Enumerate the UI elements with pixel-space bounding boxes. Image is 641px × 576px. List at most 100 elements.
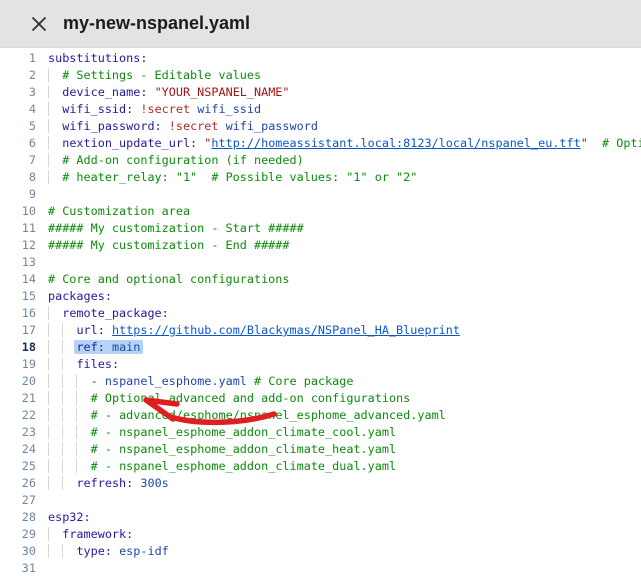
code-text: # Core and optional configurations <box>36 271 289 288</box>
token-pl <box>162 119 169 133</box>
code-line[interactable]: 28esp32: <box>0 509 641 526</box>
token-com: # Optional advanced and add-on configura… <box>91 391 411 405</box>
line-number: 11 <box>0 220 36 237</box>
token-ind <box>62 544 76 558</box>
token-ind <box>48 306 62 320</box>
code-text: # heater_relay: "1" # Possible values: "… <box>36 169 417 186</box>
line-number: 23 <box>0 424 36 441</box>
token-val: - nspanel_esphome.yaml <box>91 374 247 388</box>
token-pl <box>247 374 254 388</box>
code-text: wifi_ssid: !secret wifi_ssid <box>36 101 261 118</box>
token-com: # - advanced/esphome/nspanel_esphome_adv… <box>91 408 446 422</box>
code-line[interactable]: 22 # - advanced/esphome/nspanel_esphome_… <box>0 407 641 424</box>
token-key: packages: <box>48 289 112 303</box>
code-text <box>36 560 48 576</box>
line-number: 4 <box>0 101 36 118</box>
token-com: ##### My customization - End ##### <box>48 238 289 252</box>
code-text: - nspanel_esphome.yaml # Core package <box>36 373 353 390</box>
token-tag: !secret <box>169 119 219 133</box>
code-text <box>36 254 48 271</box>
code-text: ##### My customization - Start ##### <box>36 220 304 237</box>
code-line[interactable]: 4 wifi_ssid: !secret wifi_ssid <box>0 101 641 118</box>
code-line[interactable]: 30 type: esp-idf <box>0 543 641 560</box>
token-ind <box>62 425 76 439</box>
code-text: device_name: "YOUR_NSPANEL_NAME" <box>36 84 290 101</box>
code-line[interactable]: 16 remote_package: <box>0 305 641 322</box>
line-number: 17 <box>0 322 36 339</box>
code-line[interactable]: 9 <box>0 186 641 203</box>
code-line[interactable]: 13 <box>0 254 641 271</box>
code-line[interactable]: 20 - nspanel_esphome.yaml # Core package <box>0 373 641 390</box>
token-ind <box>62 459 76 473</box>
code-line[interactable]: 24 # - nspanel_esphome_addon_climate_hea… <box>0 441 641 458</box>
token-ind <box>76 374 90 388</box>
token-pl <box>588 136 602 150</box>
code-area[interactable]: 1substitutions:2 # Settings - Editable v… <box>0 48 641 576</box>
token-ind <box>76 391 90 405</box>
code-line[interactable]: 7 # Add-on configuration (if needed) <box>0 152 641 169</box>
code-text: # - nspanel_esphome_addon_climate_heat.y… <box>36 441 396 458</box>
code-line[interactable]: 5 wifi_password: !secret wifi_password <box>0 118 641 135</box>
token-ind <box>48 102 62 116</box>
token-com: # heater_relay: "1" # Possible values: "… <box>62 170 417 184</box>
code-text: esp32: <box>36 509 91 526</box>
line-number: 18 <box>0 339 36 356</box>
line-number: 15 <box>0 288 36 305</box>
code-line[interactable]: 18 ref: main <box>0 339 641 356</box>
code-line[interactable]: 10# Customization area <box>0 203 641 220</box>
token-key: framework: <box>62 527 133 541</box>
code-line[interactable]: 27 <box>0 492 641 509</box>
line-number: 5 <box>0 118 36 135</box>
token-key: refresh: <box>76 476 133 490</box>
token-ind <box>48 374 62 388</box>
code-line[interactable]: 21 # Optional advanced and add-on config… <box>0 390 641 407</box>
code-line[interactable]: 17 url: https://github.com/Blackymas/NSP… <box>0 322 641 339</box>
token-ind <box>48 119 62 133</box>
token-ind <box>48 136 62 150</box>
code-text: ##### My customization - End ##### <box>36 237 289 254</box>
code-line[interactable]: 26 refresh: 300s <box>0 475 641 492</box>
file-title: my-new-nspanel.yaml <box>63 13 250 34</box>
code-text: ref: main <box>36 339 143 356</box>
code-line[interactable]: 19 files: <box>0 356 641 373</box>
code-text: framework: <box>36 526 133 543</box>
token-key: files: <box>76 357 119 371</box>
code-text: type: esp-idf <box>36 543 169 560</box>
code-line[interactable]: 2 # Settings - Editable values <box>0 67 641 84</box>
code-line[interactable]: 31 <box>0 560 641 576</box>
line-number: 13 <box>0 254 36 271</box>
code-line[interactable]: 25 # - nspanel_esphome_addon_climate_dua… <box>0 458 641 475</box>
token-val: wifi_ssid <box>197 102 261 116</box>
code-line[interactable]: 6 nextion_update_url: "http://homeassist… <box>0 135 641 152</box>
token-key: substitutions: <box>48 51 147 65</box>
token-val: 300s <box>140 476 168 490</box>
code-line[interactable]: 11##### My customization - Start ##### <box>0 220 641 237</box>
close-icon[interactable] <box>30 15 48 33</box>
token-pl <box>147 85 154 99</box>
code-line[interactable]: 15 packages: <box>0 288 641 305</box>
token-com: # - nspanel_esphome_addon_climate_cool.y… <box>91 425 396 439</box>
code-line[interactable]: 1substitutions: <box>0 50 641 67</box>
code-line[interactable]: 8 # heater_relay: "1" # Possible values:… <box>0 169 641 186</box>
token-ind <box>48 323 62 337</box>
code-text: # Customization area <box>36 203 190 220</box>
code-line[interactable]: 12##### My customization - End ##### <box>0 237 641 254</box>
token-pl <box>112 544 119 558</box>
code-line[interactable]: 14# Core and optional configurations <box>0 271 641 288</box>
code-text: url: https://github.com/Blackymas/NSPane… <box>36 322 460 339</box>
code-text: wifi_password: !secret wifi_password <box>36 118 318 135</box>
token-ind <box>76 408 90 422</box>
token-pl <box>218 119 225 133</box>
token-tag: !secret <box>140 102 190 116</box>
code-line[interactable]: 23 # - nspanel_esphome_addon_climate_coo… <box>0 424 641 441</box>
token-com: # Customization area <box>48 204 190 218</box>
line-number: 14 <box>0 271 36 288</box>
code-line[interactable]: 29 framework: <box>0 526 641 543</box>
token-ind <box>48 391 62 405</box>
code-line[interactable]: 3 device_name: "YOUR_NSPANEL_NAME" <box>0 84 641 101</box>
token-ind <box>62 357 76 371</box>
line-number: 26 <box>0 475 36 492</box>
line-number: 25 <box>0 458 36 475</box>
line-number: 6 <box>0 135 36 152</box>
token-key: wifi_password: <box>62 119 161 133</box>
